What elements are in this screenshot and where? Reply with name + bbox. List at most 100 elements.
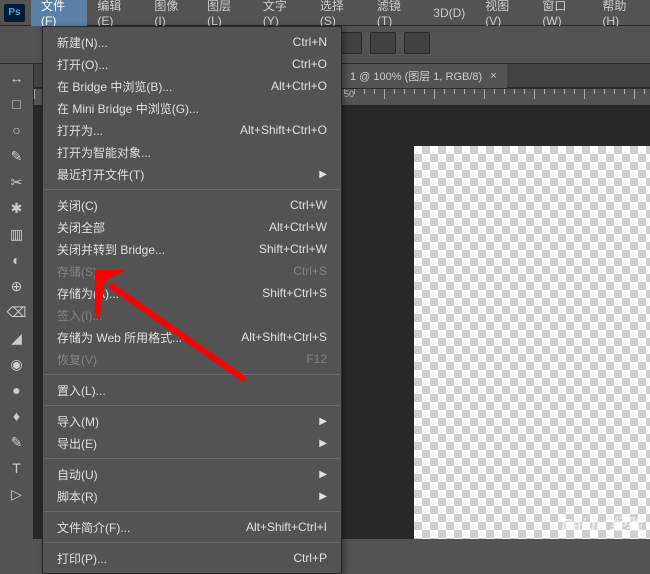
menu-item-shortcut: Ctrl+S [293, 264, 327, 278]
menu-窗口[interactable]: 窗口(W) [532, 0, 592, 26]
tool-icon[interactable]: ● [5, 378, 29, 402]
tool-icon[interactable]: ✂ [5, 170, 29, 194]
menu-item-shortcut: Ctrl+O [292, 57, 327, 71]
menu-item-label: 导入(M) [57, 413, 315, 430]
tool-icon[interactable]: T [5, 456, 29, 480]
menu-item-shortcut: Alt+Ctrl+O [271, 79, 327, 93]
menu-item[interactable]: 关闭(C)Ctrl+W [43, 194, 341, 216]
menu-item[interactable]: 导出(E)▶ [43, 432, 341, 454]
tool-icon[interactable]: ✎ [5, 144, 29, 168]
menu-item-shortcut: Shift+Ctrl+S [262, 286, 327, 300]
menu-item-shortcut: Alt+Ctrl+W [269, 220, 327, 234]
menu-item-label: 存储(S) [57, 263, 293, 280]
menu-item-label: 关闭并转到 Bridge... [57, 241, 259, 258]
tool-icon[interactable]: ◐ [5, 248, 29, 272]
align-option-icon[interactable] [404, 32, 430, 54]
menu-帮助[interactable]: 帮助(H) [592, 0, 650, 26]
submenu-arrow-icon: ▶ [319, 169, 327, 180]
menu-item-label: 自动(U) [57, 466, 315, 483]
menu-separator [44, 189, 340, 190]
menu-item-shortcut: F12 [306, 352, 327, 366]
tool-icon[interactable]: ✎ [5, 430, 29, 454]
tool-icon[interactable]: □ [5, 92, 29, 116]
menu-item-label: 恢复(V) [57, 351, 306, 368]
menu-separator [44, 511, 340, 512]
tool-icon[interactable]: ✱ [5, 196, 29, 220]
menu-item[interactable]: 打开(O)...Ctrl+O [43, 53, 341, 75]
tool-icon[interactable]: ▷ [5, 482, 29, 506]
menu-item[interactable]: 在 Mini Bridge 中浏览(G)... [43, 97, 341, 119]
menubar: Ps 文件(F)编辑(E)图像(I)图层(L)文字(Y)选择(S)滤镜(T)3D… [0, 0, 650, 26]
menu-item-label: 关闭(C) [57, 197, 290, 214]
menu-item[interactable]: 脚本(R) ▶ [43, 485, 341, 507]
menu-item[interactable]: 打开为智能对象... [43, 141, 341, 163]
tool-icon[interactable]: ⌫ [5, 300, 29, 324]
menu-item[interactable]: 新建(N)...Ctrl+N [43, 31, 341, 53]
menu-item[interactable]: 导入(M)▶ [43, 410, 341, 432]
menu-item[interactable]: 关闭全部Alt+Ctrl+W [43, 216, 341, 238]
submenu-arrow-icon: ▶ [319, 438, 327, 449]
menu-item: 存储(S)Ctrl+S [43, 260, 341, 282]
menu-item-label: 存储为 Web 所用格式... [57, 329, 241, 346]
menu-item-label: 打开为... [57, 122, 240, 139]
menu-item: 恢复(V)F12 [43, 348, 341, 370]
menu-图层[interactable]: 图层(L) [197, 0, 253, 26]
app-logo: Ps [4, 4, 25, 22]
menu-separator [44, 405, 340, 406]
document-tab-label: 1 @ 100% (图层 1, RGB/8) [350, 68, 482, 84]
menu-item-shortcut: Shift+Ctrl+W [259, 242, 327, 256]
menu-item-label: 存储为(A)... [57, 285, 262, 302]
tool-icon[interactable]: ◉ [5, 352, 29, 376]
menu-item[interactable]: 最近打开文件(T) ▶ [43, 163, 341, 185]
tools-panel: « ▤↔□○✎✂✱▥◐⊕⌫◢◉●♦✎T▷ [0, 26, 34, 539]
menu-item-shortcut: Ctrl+W [290, 198, 327, 212]
menu-item[interactable]: 文件简介(F)...Alt+Shift+Ctrl+I [43, 516, 341, 538]
tool-icon[interactable]: ○ [5, 118, 29, 142]
document-tab[interactable]: 1 @ 100% (图层 1, RGB/8) × [340, 64, 507, 88]
menu-item-label: 打印(P)... [57, 550, 293, 567]
menu-item[interactable]: 关闭并转到 Bridge...Shift+Ctrl+W [43, 238, 341, 260]
menu-item-shortcut: Alt+Shift+Ctrl+O [240, 123, 327, 137]
menu-item[interactable]: 在 Bridge 中浏览(B)...Alt+Ctrl+O [43, 75, 341, 97]
menu-item-label: 脚本(R) [57, 488, 315, 505]
menu-编辑[interactable]: 编辑(E) [87, 0, 144, 26]
menu-item-label: 关闭全部 [57, 219, 269, 236]
menu-item-shortcut: Alt+Shift+Ctrl+I [246, 520, 327, 534]
menu-separator [44, 374, 340, 375]
file-menu-dropdown: 新建(N)...Ctrl+N打开(O)...Ctrl+O在 Bridge 中浏览… [42, 26, 342, 574]
menu-item[interactable]: 打开为...Alt+Shift+Ctrl+O [43, 119, 341, 141]
menu-选择[interactable]: 选择(S) [310, 0, 367, 26]
menu-item[interactable]: 打印(P)...Ctrl+P [43, 547, 341, 569]
canvas-transparent [414, 146, 650, 539]
close-icon[interactable]: × [490, 70, 496, 82]
menu-文字[interactable]: 文字(Y) [253, 0, 310, 26]
menu-滤镜[interactable]: 滤镜(T) [367, 0, 423, 26]
submenu-arrow-icon: ▶ [319, 491, 327, 502]
menu-item-label: 新建(N)... [57, 34, 293, 51]
submenu-arrow-icon: ▶ [319, 469, 327, 480]
menu-item[interactable]: 存储为 Web 所用格式...Alt+Shift+Ctrl+S [43, 326, 341, 348]
menu-item: 签入(I)... [43, 304, 341, 326]
menu-item-label: 最近打开文件(T) [57, 166, 315, 183]
menu-separator [44, 542, 340, 543]
align-option-icon[interactable] [370, 32, 396, 54]
menu-视图[interactable]: 视图(V) [475, 0, 532, 26]
menu-item-label: 在 Mini Bridge 中浏览(G)... [57, 100, 327, 117]
menu-3d[interactable]: 3D(D) [423, 0, 475, 26]
menu-图像[interactable]: 图像(I) [144, 0, 197, 26]
menu-item-label: 文件简介(F)... [57, 519, 246, 536]
tool-icon[interactable]: ♦ [5, 404, 29, 428]
tool-icon[interactable]: ◢ [5, 326, 29, 350]
menu-item[interactable]: 自动(U) ▶ [43, 463, 341, 485]
menu-separator [44, 458, 340, 459]
tool-icon[interactable]: ⊕ [5, 274, 29, 298]
menu-item-label: 置入(L)... [57, 382, 327, 399]
menu-item-shortcut: Ctrl+N [293, 35, 327, 49]
menu-item[interactable]: 存储为(A)...Shift+Ctrl+S [43, 282, 341, 304]
menu-文件[interactable]: 文件(F) [31, 0, 87, 26]
ruler-label: 50 [344, 89, 354, 99]
tool-icon[interactable]: ↔ [5, 66, 29, 90]
menu-item[interactable]: 置入(L)... [43, 379, 341, 401]
menu-item-shortcut: Alt+Shift+Ctrl+S [241, 330, 327, 344]
tool-icon[interactable]: ▥ [5, 222, 29, 246]
